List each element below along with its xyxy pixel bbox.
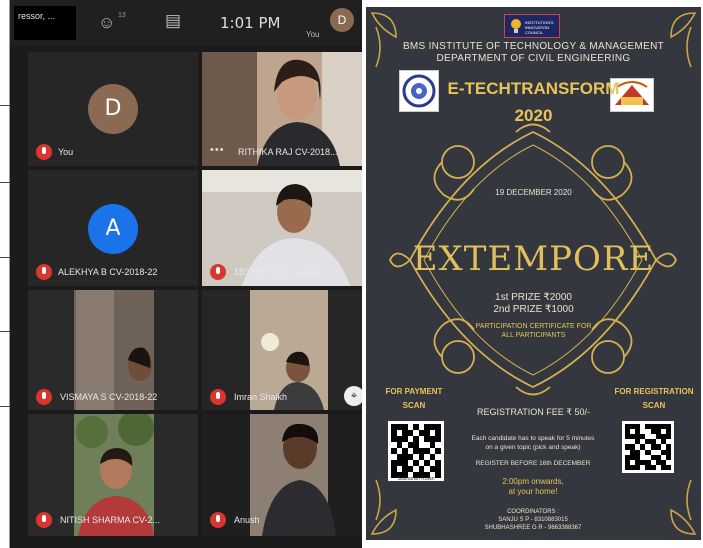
participants-icon[interactable]: ☺ bbox=[98, 13, 115, 33]
rule-line-1: Each candidate has to speak for 5 minute… bbox=[471, 435, 595, 442]
participant-tile[interactable]: ••• RITHIKA RAJ CV-2018... bbox=[202, 52, 362, 166]
participant-name: Anush bbox=[234, 515, 260, 525]
mic-muted-icon bbox=[36, 389, 52, 405]
participant-name: 1BY18CS057 Gowtha... bbox=[234, 267, 330, 277]
registration-deadline: REGISTER BEFORE 16th DECEMBER bbox=[475, 460, 591, 467]
participants-count: 13 bbox=[118, 12, 126, 19]
participant-tile[interactable]: 1BY18CS057 Gowtha... bbox=[202, 170, 362, 286]
participant-name: ALEKHYA B CV-2018-22 bbox=[58, 267, 158, 277]
first-prize: 1st PRIZE ₹2000 bbox=[495, 292, 572, 303]
mic-muted-icon bbox=[36, 144, 52, 160]
status-bar: ressor, ... ☺ 13 ▤ 1:01 PM You D bbox=[10, 0, 362, 46]
self-label: You bbox=[306, 30, 320, 39]
certificate-line-2: ALL PARTICIPANTS bbox=[501, 332, 566, 339]
avatar: D bbox=[88, 84, 138, 134]
rule-line-2: on a given topic (pick and speak) bbox=[485, 444, 581, 451]
innovation-council-logo: INSTITUTION'S INNOVATION COUNCIL bbox=[504, 14, 560, 38]
mic-muted-icon bbox=[36, 264, 52, 280]
event-poster: INSTITUTION'S INNOVATION COUNCIL BMS INSTI… bbox=[366, 7, 701, 540]
video-call-screenshot: ressor, ... ☺ 13 ▤ 1:01 PM You D D You •… bbox=[0, 0, 362, 548]
certificate-line-1: PARTICIPATION CERTIFICATE FOR bbox=[475, 323, 592, 330]
coordinators-label: COORDINATORS : bbox=[507, 509, 559, 515]
participant-name: You bbox=[58, 147, 74, 157]
participant-name: VISMAYA S CV-2018-22 bbox=[60, 392, 158, 402]
clock: 1:01 PM bbox=[220, 14, 281, 32]
participant-tile[interactable]: A ALEKHYA B CV-2018-22 bbox=[28, 170, 198, 286]
self-avatar[interactable]: D bbox=[330, 8, 354, 32]
registration-qr-code[interactable] bbox=[622, 421, 674, 473]
participant-name: RITHIKA RAJ CV-2018... bbox=[238, 147, 338, 157]
registration-fee: REGISTRATION FEE ₹ 50/- bbox=[476, 407, 591, 417]
event-time-line-1: 2:00pm onwards, bbox=[502, 477, 564, 486]
event-date: 19 DECEMBER 2020 bbox=[495, 188, 572, 197]
more-options-icon[interactable]: ••• bbox=[210, 144, 225, 156]
institute-name: BMS INSTITUTE OF TECHNOLOGY & MANAGEMENT bbox=[402, 41, 665, 52]
participant-name: Imran Shaikh bbox=[234, 392, 288, 402]
avatar: A bbox=[88, 204, 138, 254]
event-name: EXTEMPORE bbox=[412, 239, 655, 279]
mic-muted-icon bbox=[210, 512, 226, 528]
event-title: E-TECHTRANSFORM bbox=[447, 79, 620, 98]
participant-tile[interactable]: VISMAYA S CV-2018-22 bbox=[28, 290, 198, 410]
participant-name: NITISH SHARMA CV-2... bbox=[60, 515, 161, 525]
event-time-line-2: at your home! bbox=[508, 487, 558, 496]
registration-label-line-1: FOR REGISTRATION bbox=[614, 387, 694, 396]
coordinator-2: SHUBHASHREE G R - 9663388367 bbox=[484, 525, 582, 531]
qr-caption: Sudhansh Kotan bbox=[397, 476, 435, 482]
mic-muted-icon bbox=[210, 264, 226, 280]
window-title[interactable]: ressor, ... bbox=[14, 6, 76, 40]
payment-qr-code[interactable]: Sudhansh Kotan bbox=[388, 421, 444, 482]
event-year: 2020 bbox=[514, 106, 553, 125]
participant-tile[interactable]: NITISH SHARMA CV-2... bbox=[28, 414, 198, 536]
chat-icon[interactable]: ▤ bbox=[165, 11, 181, 31]
participant-tile[interactable]: Anush bbox=[202, 414, 362, 536]
mic-muted-icon bbox=[210, 389, 226, 405]
second-prize: 2nd PRIZE ₹1000 bbox=[493, 304, 574, 315]
payment-label-line-1: FOR PAYMENT bbox=[385, 387, 443, 396]
coordinator-1: SANJU S P - 8310883015 bbox=[498, 517, 568, 523]
department-name: DEPARTMENT OF CIVIL ENGINEERING bbox=[436, 53, 631, 64]
participant-tile[interactable]: Imran Shaikh ⌖ bbox=[202, 290, 362, 410]
participant-tile[interactable]: D You bbox=[28, 52, 198, 166]
mic-muted-icon bbox=[36, 512, 52, 528]
window-edge bbox=[0, 0, 10, 548]
pin-icon[interactable]: ⌖ bbox=[344, 386, 362, 406]
